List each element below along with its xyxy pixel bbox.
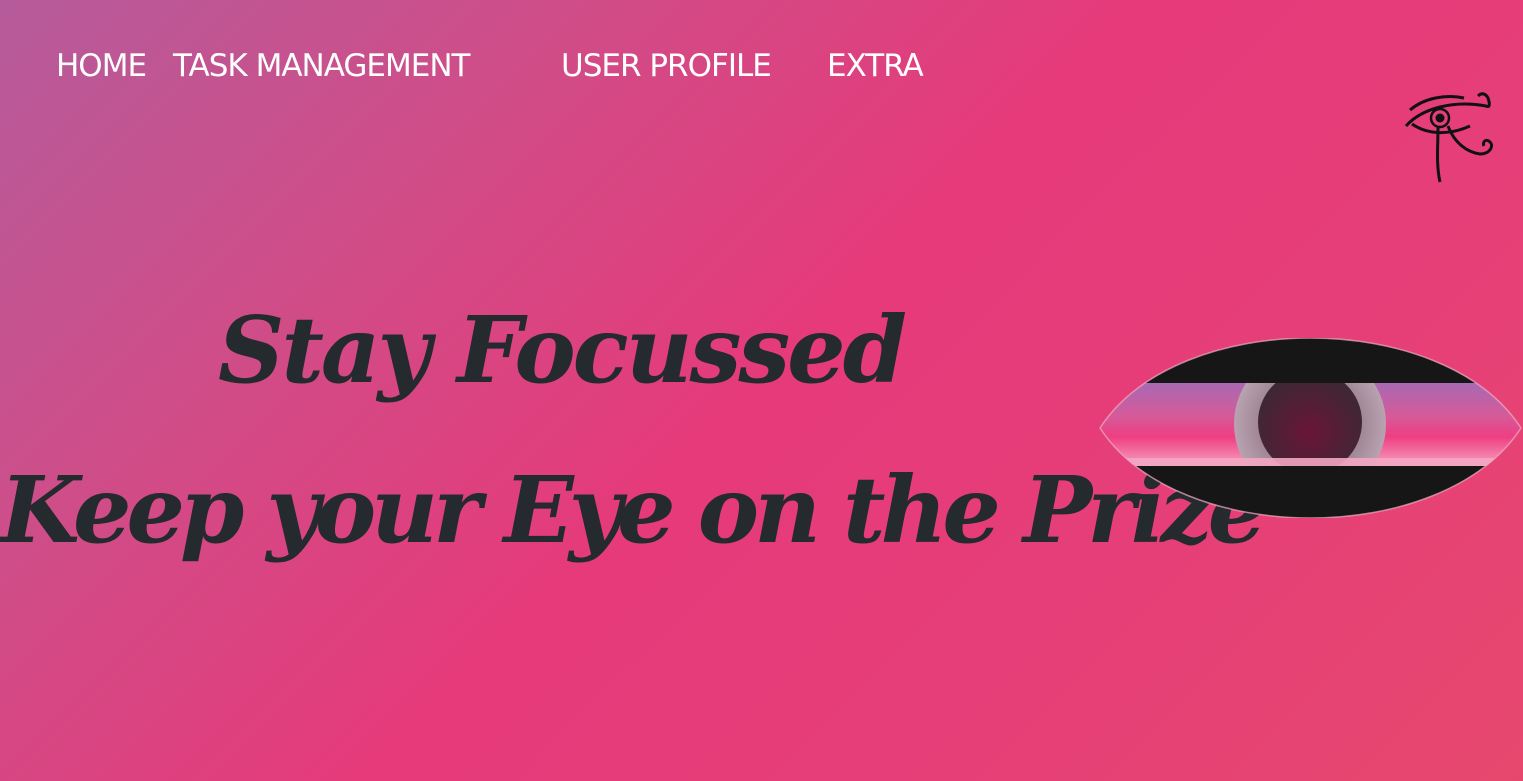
eye-of-ra-icon[interactable] [1402,86,1498,184]
hero-subtitle: Keep your Eye on the Prize [0,456,1266,564]
nav-item-extra[interactable]: EXTRA [827,44,924,88]
nav-item-user-profile[interactable]: USER PROFILE [561,44,772,88]
nav-item-task-management[interactable]: TASK MANAGEMENT [173,44,470,88]
nav-item-home[interactable]: HOME [56,44,147,88]
hero-title: Stay Focussed [218,296,907,404]
eye-icon [1098,337,1523,519]
